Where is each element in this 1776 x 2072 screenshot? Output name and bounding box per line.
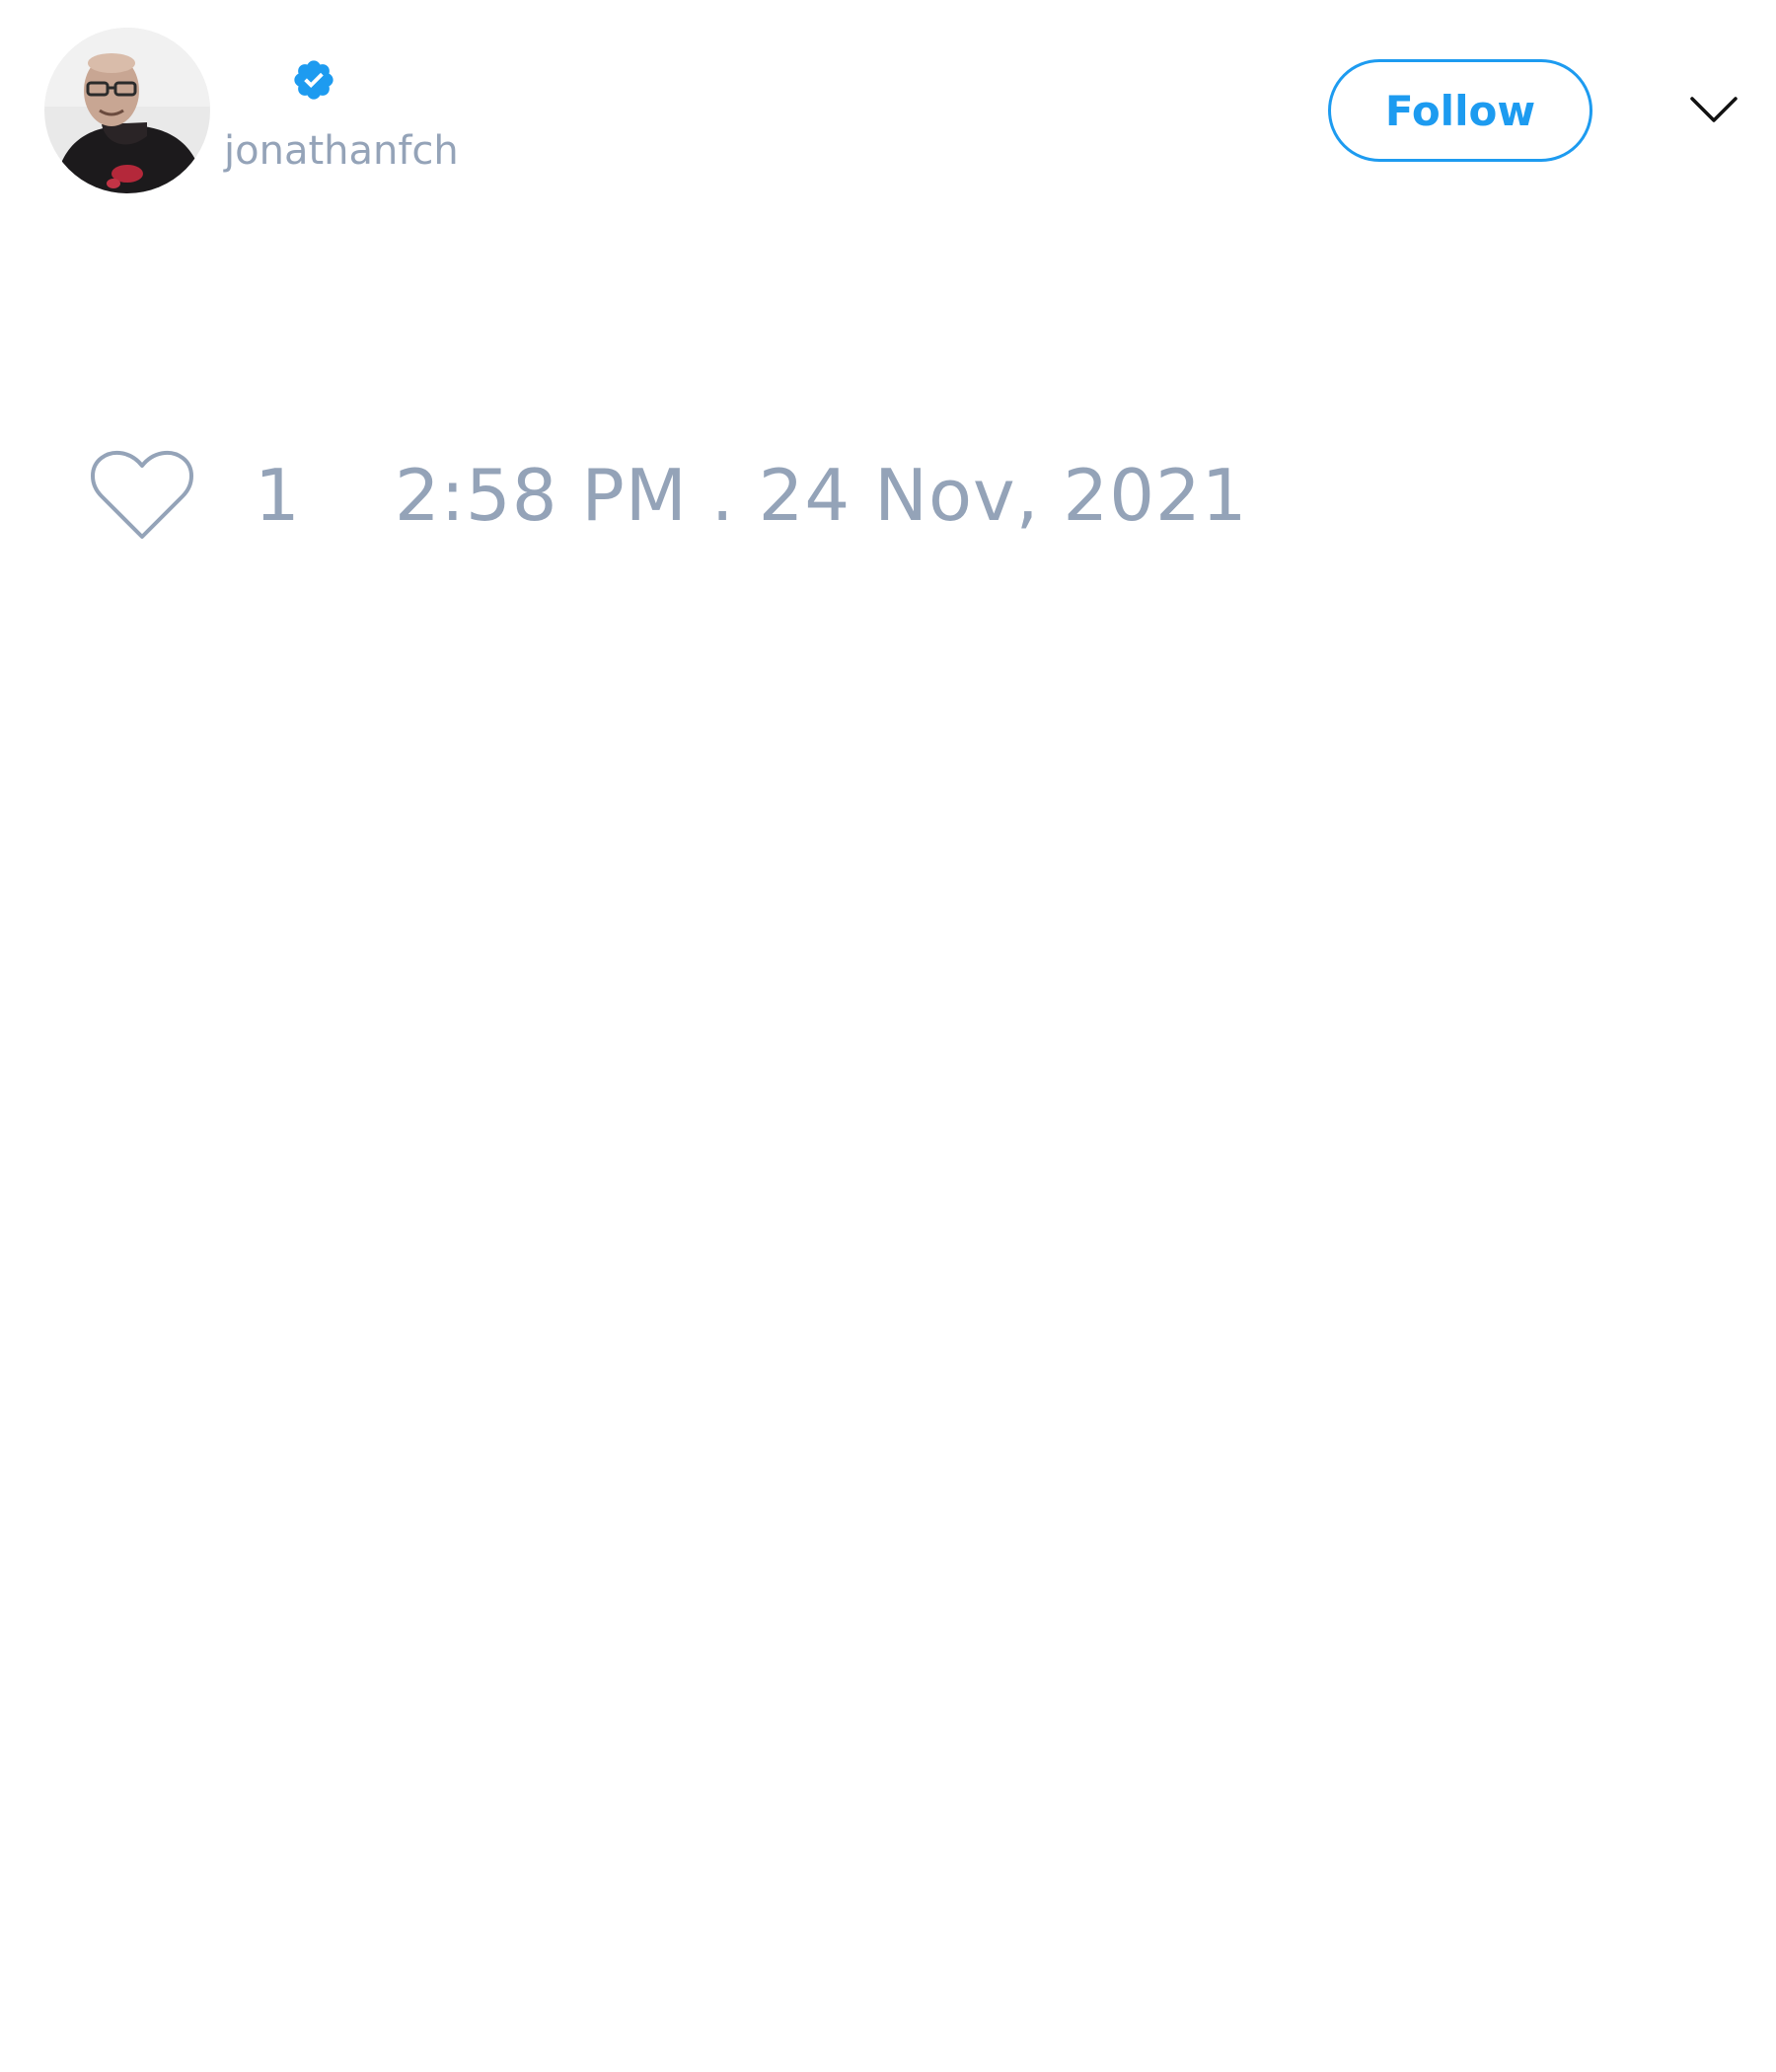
author-handle[interactable]: jonathanfch [224, 124, 459, 178]
chevron-down-icon[interactable] [1689, 91, 1739, 130]
heart-icon[interactable] [89, 448, 195, 543]
avatar-photo [44, 28, 210, 193]
avatar[interactable] [44, 28, 210, 193]
verified-badge-icon [294, 60, 333, 100]
like-count: 1 [255, 454, 300, 537]
follow-button[interactable]: Follow [1328, 59, 1592, 162]
tweet-timestamp[interactable]: 2:58 PM . 24 Nov, 2021 [395, 446, 1248, 545]
tweet-action-row: 1 2:58 PM . 24 Nov, 2021 [89, 446, 1248, 545]
